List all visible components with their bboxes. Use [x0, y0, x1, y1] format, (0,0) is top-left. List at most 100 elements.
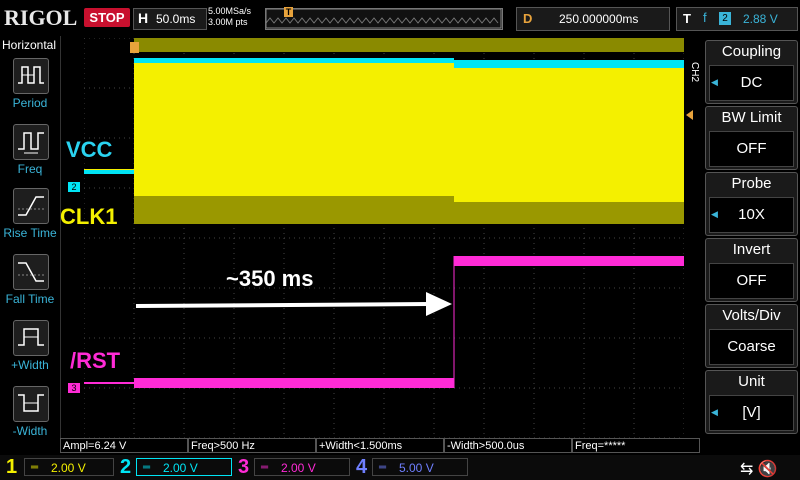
channel-menu-panel: Coupling DC ◀ BW Limit OFF Probe 10X ◀ I…: [700, 36, 800, 454]
measure-freq[interactable]: Freq: [0, 124, 60, 184]
ch4-scale[interactable]: ═ 5.00 V: [372, 458, 468, 476]
probe-setting[interactable]: Probe 10X ◀: [705, 172, 798, 236]
dc-coupling-icon: ═: [261, 462, 269, 473]
ch2-menu-tab[interactable]: CH2: [686, 62, 700, 92]
neg-width-icon: [13, 386, 49, 422]
trigger-time-marker: [130, 42, 139, 53]
period-icon: [13, 58, 49, 94]
ch2-offset-marker[interactable]: 2: [68, 182, 80, 192]
measurement-neg-width[interactable]: -Width>500.0us: [444, 438, 572, 453]
ch4-number[interactable]: 4: [356, 456, 367, 479]
freq-icon: [13, 124, 49, 160]
measure-neg-width[interactable]: -Width: [0, 386, 60, 446]
measure-pos-width[interactable]: +Width: [0, 320, 60, 380]
dc-coupling-icon: ═: [31, 462, 39, 473]
setting-title: BW Limit: [721, 109, 782, 126]
sample-rate: 5.00MSa/s: [208, 6, 252, 16]
memory-depth: 3.00M pts: [208, 17, 248, 27]
trigger-label: T: [683, 11, 691, 26]
measurement-pos-width[interactable]: +Width<1.500ms: [316, 438, 444, 453]
rise-time-icon: [13, 188, 49, 224]
top-status-bar: RIGOL STOP H 50.0ms 5.00MSa/s 3.00M pts …: [0, 0, 800, 36]
measure-rise-time[interactable]: Rise Time: [0, 188, 60, 248]
left-arrow-icon: ◀: [711, 407, 718, 417]
setting-title: Volts/Div: [722, 307, 781, 324]
usb-speaker-icon[interactable]: ⇆ 🔇: [740, 459, 778, 479]
measurement-freq-2[interactable]: Freq=*****: [572, 438, 700, 453]
vcc-trace-on: [134, 58, 454, 63]
channel-status-bar: 1 ═ 2.00 V 2 ═ 2.00 V 3 ═ 2.00 V 4 ═ 5.0…: [0, 455, 800, 480]
bw-limit-setting[interactable]: BW Limit OFF: [705, 106, 798, 170]
setting-value: OFF: [709, 263, 794, 299]
setting-value: Coarse: [709, 329, 794, 365]
acquisition-info: 5.00MSa/s 3.00M pts: [208, 6, 251, 28]
rst-label: /RST: [70, 348, 121, 373]
measurement-ampl[interactable]: Ampl=6.24 V: [60, 438, 188, 453]
dc-coupling-icon: ═: [379, 462, 387, 473]
brand-logo: RIGOL: [4, 5, 78, 30]
run-stop-status[interactable]: STOP: [84, 8, 130, 27]
ch3-volts: 2.00 V: [281, 461, 316, 475]
measure-fall-time[interactable]: Fall Time: [0, 254, 60, 314]
rst-trace-pre: [84, 382, 134, 384]
setting-title: Unit: [738, 373, 765, 390]
setting-value: [V]: [709, 395, 794, 431]
invert-setting[interactable]: Invert OFF: [705, 238, 798, 302]
ch3-number[interactable]: 3: [238, 456, 249, 479]
left-arrow-icon: ◀: [711, 77, 718, 87]
ch1-volts: 2.00 V: [51, 461, 86, 475]
ch3-offset-marker[interactable]: 3: [68, 383, 80, 393]
delay-arrow-head: [426, 292, 452, 316]
rst-trace-high: [454, 256, 684, 266]
measure-label: Rise Time: [3, 226, 57, 240]
rst-trace-low: [134, 378, 454, 388]
measure-label: Period: [12, 96, 48, 110]
clk1-label: CLK1: [60, 204, 118, 229]
memory-waveform-preview: [266, 9, 502, 29]
fall-time-icon: [13, 254, 49, 290]
ch2-scale[interactable]: ═ 2.00 V: [136, 458, 232, 476]
ch1-scale[interactable]: ═ 2.00 V: [24, 458, 114, 476]
trigger-level: 2.88 V: [743, 12, 778, 26]
ch3-scale[interactable]: ═ 2.00 V: [254, 458, 350, 476]
clk1-trace-bottom-noise: [134, 196, 454, 224]
measure-label: Freq: [17, 162, 43, 176]
delay-annotation: ~350 ms: [226, 266, 314, 291]
unit-setting[interactable]: Unit [V] ◀: [705, 370, 798, 434]
measurement-bar: Ampl=6.24 V Freq>500 Hz +Width<1.500ms -…: [60, 438, 800, 454]
measure-label: Fall Time: [5, 292, 55, 306]
setting-value: OFF: [709, 131, 794, 167]
horizontal-label: H: [138, 10, 149, 26]
vcc-trace-off: [84, 170, 134, 174]
measure-label: -Width: [12, 424, 48, 438]
trigger-box[interactable]: T f 2 2.88 V: [676, 7, 798, 31]
setting-title: Invert: [732, 241, 771, 258]
coupling-setting[interactable]: Coupling DC ◀: [705, 40, 798, 104]
memory-overview-strip[interactable]: T: [265, 7, 503, 30]
measure-period[interactable]: Period: [0, 58, 60, 118]
waveform-display[interactable]: [83, 37, 685, 439]
timebase-box[interactable]: H 50.0ms: [133, 8, 207, 30]
ch2-volts: 2.00 V: [163, 461, 198, 475]
vcc-trace-on-2: [454, 60, 684, 68]
clk1-trace-bottom-noise-2: [454, 202, 684, 224]
setting-title: Coupling: [721, 43, 782, 60]
left-arrow-icon: ◀: [711, 209, 718, 219]
vcc-label: VCC: [66, 137, 113, 162]
panel-title: Horizontal: [2, 38, 57, 52]
dc-coupling-icon: ═: [143, 462, 151, 473]
ch1-number[interactable]: 1: [6, 456, 17, 479]
timebase-value: 50.0ms: [156, 12, 196, 26]
delay-value: 250.000000ms: [559, 12, 639, 26]
setting-value: 10X: [709, 197, 794, 233]
measurement-freq[interactable]: Freq>500 Hz: [188, 438, 316, 453]
trigger-level-marker: [686, 110, 693, 120]
ch2-number[interactable]: 2: [120, 456, 131, 479]
trigger-source: 2: [719, 12, 731, 25]
horizontal-measure-panel: Horizontal Period Freq Rise Time Fall Ti…: [0, 36, 61, 454]
delay-box[interactable]: D 250.000000ms: [516, 7, 670, 31]
volts-div-setting[interactable]: Volts/Div Coarse: [705, 304, 798, 368]
clk1-trace-top-noise: [134, 38, 684, 52]
measure-label: +Width: [11, 358, 49, 372]
falling-edge-icon: f: [703, 10, 707, 25]
